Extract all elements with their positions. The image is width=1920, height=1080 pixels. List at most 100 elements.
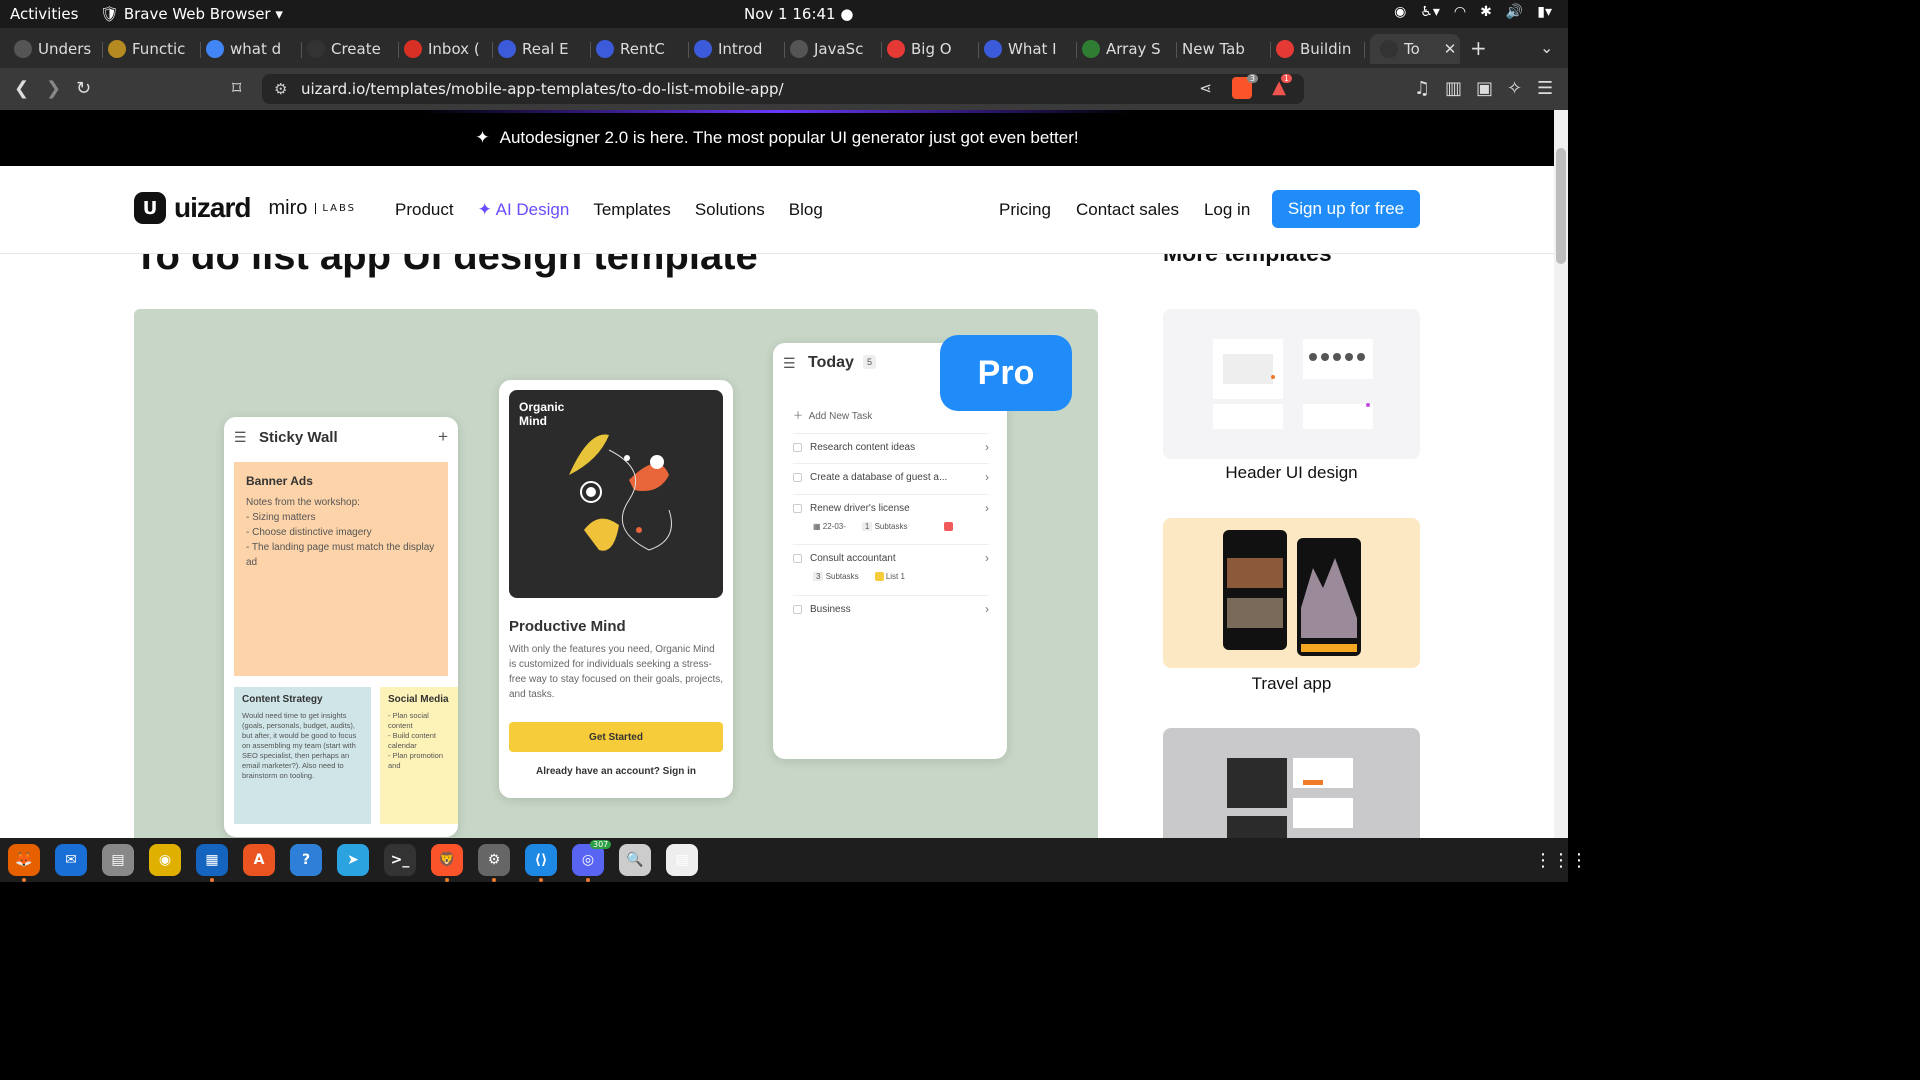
- running-indicator: [445, 878, 449, 882]
- tab-10[interactable]: What I: [984, 34, 1066, 64]
- template-preview-image: ☰ Sticky Wall + Banner Ads Notes from th…: [134, 309, 1098, 838]
- template-label-travel-app[interactable]: Travel app: [1163, 674, 1420, 694]
- note-body: Would need time to get insights (goals, …: [242, 711, 357, 780]
- template-card-travel-app[interactable]: [1163, 518, 1420, 668]
- tab-0[interactable]: Unders: [14, 34, 94, 64]
- nav-contact-sales[interactable]: Contact sales: [1076, 200, 1179, 220]
- template-label-header-ui[interactable]: Header UI design: [1163, 463, 1420, 483]
- tab-list-chevron-icon[interactable]: ⌄: [1540, 38, 1553, 57]
- tab-separator: [688, 42, 689, 58]
- writer-icon[interactable]: ▦: [196, 844, 228, 876]
- color-tag: [943, 522, 953, 531]
- nav-solutions[interactable]: Solutions: [695, 200, 765, 220]
- clock[interactable]: Nov 1 16:41 ●: [744, 5, 853, 23]
- terminal-icon[interactable]: >_: [384, 844, 416, 876]
- tab-14[interactable]: To ✕: [1370, 34, 1460, 64]
- template-card-header-ui[interactable]: [1163, 309, 1420, 459]
- software-icon[interactable]: A: [243, 844, 275, 876]
- page-scrollbar[interactable]: [1554, 110, 1568, 838]
- subtasks-badge: 3 Subtasks: [813, 572, 859, 582]
- address-bar[interactable]: ⚙ uizard.io/templates/mobile-app-templat…: [262, 74, 1304, 104]
- back-icon[interactable]: ❮: [14, 78, 29, 99]
- nav-ai-design[interactable]: ✦ AI Design: [478, 200, 570, 220]
- share-icon[interactable]: ⋖: [1199, 79, 1212, 97]
- menu-icon[interactable]: ☰: [1537, 78, 1553, 99]
- brave-icon[interactable]: 🦁: [431, 844, 463, 876]
- vscode-icon[interactable]: ⟨⟩: [525, 844, 557, 876]
- announcement-banner[interactable]: ✦ Autodesigner 2.0 is here. The most pop…: [0, 110, 1554, 166]
- nav-pricing[interactable]: Pricing: [999, 200, 1051, 220]
- app-menu[interactable]: 🛡 Brave Web Browser ▾: [100, 5, 283, 23]
- tab-13[interactable]: Buildin: [1276, 34, 1358, 64]
- template-card-dialog-ui[interactable]: [1163, 728, 1420, 838]
- chevron-right-icon: ›: [985, 440, 989, 454]
- scrollbar-thumb[interactable]: [1556, 148, 1566, 264]
- accessibility-icon[interactable]: ♿▾: [1420, 4, 1440, 20]
- note-title: Content Strategy: [242, 694, 323, 705]
- show-apps-icon[interactable]: ⋮⋮⋮: [1534, 850, 1588, 871]
- signup-button[interactable]: Sign up for free: [1272, 190, 1420, 228]
- help-icon[interactable]: ?: [290, 844, 322, 876]
- clock-text: Nov 1 16:41: [744, 5, 836, 23]
- text-editor-icon[interactable]: ▤: [666, 844, 698, 876]
- tab-label: Introd: [718, 40, 763, 58]
- tab-9[interactable]: Big O: [887, 34, 969, 64]
- hamburger-icon: ☰: [234, 429, 247, 445]
- bluetooth-icon[interactable]: ✱: [1480, 4, 1492, 20]
- tab-3[interactable]: Create: [307, 34, 389, 64]
- hamburger-icon: ☰: [783, 355, 796, 371]
- organic-mind-screen: Organic Mind Productive Mind With only t…: [499, 380, 733, 798]
- image-viewer-icon[interactable]: 🔍: [619, 844, 651, 876]
- new-tab-button[interactable]: +: [1470, 36, 1487, 60]
- tab-label: Real E: [522, 40, 569, 58]
- tab-7[interactable]: Introd: [694, 34, 776, 64]
- tab-12[interactable]: New Tab: [1182, 34, 1258, 64]
- rhythmbox-icon[interactable]: ◉: [149, 844, 181, 876]
- discord-tray-icon[interactable]: ◉: [1394, 4, 1406, 20]
- tab-separator: [492, 42, 493, 58]
- tab-1[interactable]: Functic: [108, 34, 190, 64]
- media-icon[interactable]: ♫: [1414, 78, 1430, 99]
- leo-ai-icon[interactable]: ✧: [1507, 78, 1522, 99]
- logo-wordmark: uizard: [174, 192, 251, 223]
- tab-label: Buildin: [1300, 40, 1352, 58]
- volume-icon[interactable]: 🔊: [1506, 4, 1523, 20]
- system-tray[interactable]: ◉ ♿▾ ◠ ✱ 🔊 ▮▾: [1394, 4, 1552, 20]
- shields-count: 3: [1246, 74, 1258, 83]
- sticky-wall-title: Sticky Wall: [259, 429, 338, 446]
- uizard-logo[interactable]: U uizard miro LABS: [134, 192, 356, 224]
- forward-icon[interactable]: ❯: [46, 78, 61, 99]
- add-task-row: ＋ Add New Task: [793, 411, 873, 422]
- tab-6[interactable]: RentC: [596, 34, 678, 64]
- tab-5[interactable]: Real E: [498, 34, 580, 64]
- firefox-icon[interactable]: 🦊: [8, 844, 40, 876]
- nav-blog[interactable]: Blog: [789, 200, 823, 220]
- tab-2[interactable]: what d: [206, 34, 290, 64]
- nav-templates[interactable]: Templates: [593, 200, 670, 220]
- settings-icon[interactable]: ⚙: [478, 844, 510, 876]
- tab-label: To: [1404, 40, 1420, 58]
- activities-button[interactable]: Activities: [10, 5, 78, 23]
- telegram-icon[interactable]: ➤: [337, 844, 369, 876]
- tab-8[interactable]: JavaSc: [790, 34, 872, 64]
- tab-11[interactable]: Array S: [1082, 34, 1164, 64]
- tab-4[interactable]: Inbox (: [404, 34, 482, 64]
- running-indicator: [539, 878, 543, 882]
- tab-favicon-icon: [790, 40, 808, 58]
- chevron-right-icon: ›: [985, 551, 989, 565]
- tab-favicon-icon: [984, 40, 1002, 58]
- sidebar-icon[interactable]: ▥: [1445, 78, 1462, 99]
- nav-product[interactable]: Product: [395, 200, 454, 220]
- battery-icon[interactable]: ▮▾: [1537, 4, 1552, 20]
- thunderbird-icon[interactable]: ✉: [55, 844, 87, 876]
- files-icon[interactable]: ▤: [102, 844, 134, 876]
- tab-label: Functic: [132, 40, 186, 58]
- close-tab-icon[interactable]: ✕: [1444, 40, 1457, 58]
- wallet-icon[interactable]: ▣: [1476, 78, 1493, 99]
- wifi-icon[interactable]: ◠: [1454, 4, 1466, 20]
- bookmark-icon[interactable]: ⌑: [232, 78, 241, 99]
- discord-badge: 307: [590, 840, 612, 849]
- nav-login[interactable]: Log in: [1204, 200, 1250, 220]
- reload-icon[interactable]: ↻: [76, 78, 91, 99]
- site-info-icon[interactable]: ⚙: [274, 80, 287, 98]
